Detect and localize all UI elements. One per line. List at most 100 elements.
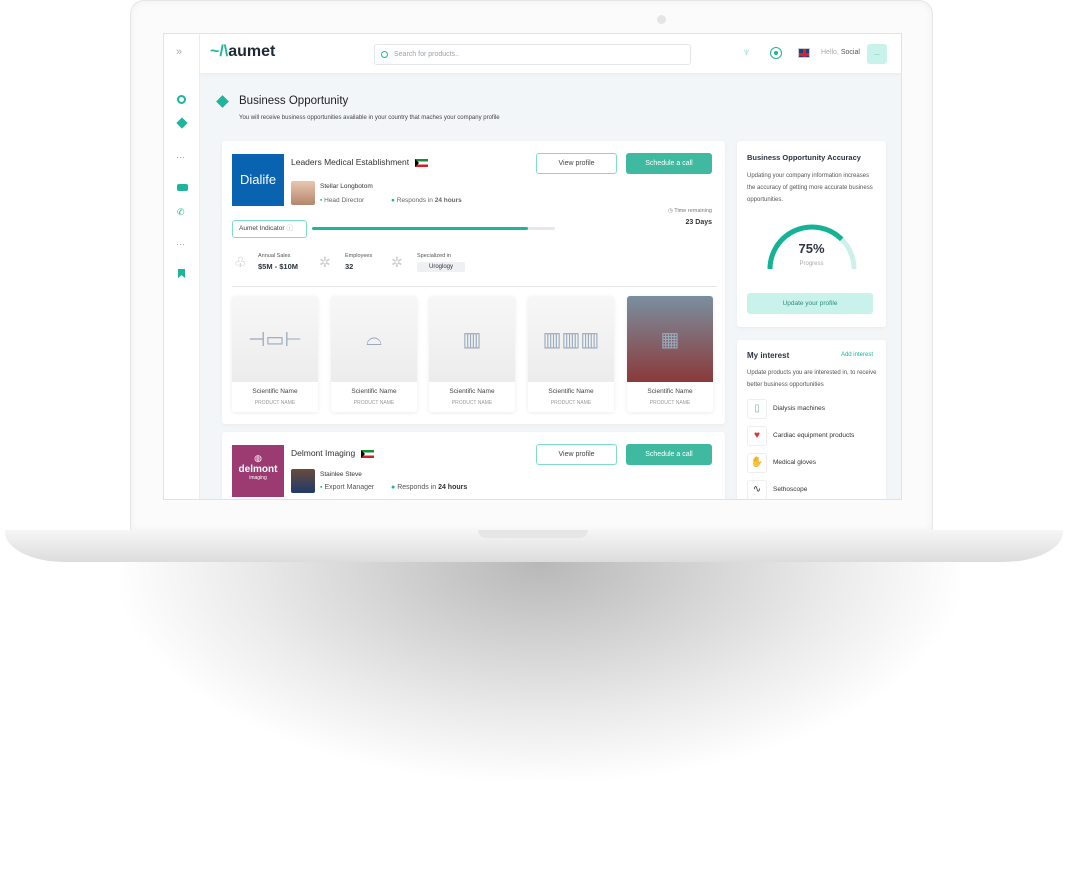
opportunity-card: Dialife Leaders Medical Establishment Vi… bbox=[222, 141, 725, 424]
accuracy-text: Updating your company information increa… bbox=[747, 173, 873, 203]
time-label: Time remaining bbox=[674, 208, 712, 214]
aumet-indicator-badge[interactable]: Aumet Indicator ⓘ bbox=[232, 220, 307, 238]
product-card[interactable]: ▥ Scientific Name PRODUCT NAME bbox=[429, 296, 515, 412]
search-icon bbox=[381, 51, 388, 58]
interest-label: Dialysis machines bbox=[773, 405, 826, 412]
company-logo: Dialife bbox=[232, 154, 284, 206]
more-icon[interactable]: ··· bbox=[176, 152, 185, 162]
role-text: Head Director bbox=[324, 197, 365, 204]
accuracy-title: Business Opportunity Accuracy bbox=[747, 153, 861, 162]
interest-list: ▯ Dialysis machines ♥ Cardiac equipment pr… bbox=[747, 395, 854, 499]
interest-card: My interest Add interest Update products… bbox=[737, 340, 886, 499]
contact-photo bbox=[291, 181, 315, 205]
time-value: 23 Days bbox=[685, 219, 712, 226]
product-scientific-name: Scientific Name bbox=[548, 388, 594, 395]
product-card[interactable]: ▥▥▥ Scientific Name PRODUCT NAME bbox=[528, 296, 614, 412]
search-placeholder: Search for products.. bbox=[394, 51, 459, 58]
product-scientific-name: Scientific Name bbox=[449, 388, 495, 395]
app-screen: » ··· ✆ ··· ~/\aumet Search for products… bbox=[163, 33, 902, 500]
company-name-2[interactable]: Delmont Imaging bbox=[291, 448, 375, 458]
user-avatar[interactable]: ... bbox=[867, 44, 887, 64]
bookmark-nav-icon[interactable] bbox=[178, 269, 185, 278]
specialized-label: Specialized in bbox=[417, 253, 451, 259]
interest-text: Update products you are interested in, t… bbox=[747, 370, 877, 388]
info-icon[interactable]: ⓘ bbox=[286, 225, 293, 232]
expand-icon[interactable]: » bbox=[176, 46, 182, 58]
update-profile-button[interactable]: Update your profile bbox=[747, 293, 873, 314]
gloves-icon: ✋ bbox=[747, 452, 767, 473]
sales-label: Annual Sales bbox=[258, 253, 291, 259]
inbox-nav-icon[interactable] bbox=[177, 184, 188, 191]
schedule-call-button[interactable]: Schedule a call bbox=[626, 153, 712, 174]
clock-icon: ● bbox=[391, 197, 395, 204]
indicator-fill bbox=[312, 227, 529, 230]
kuwait-flag-icon bbox=[415, 158, 429, 167]
indicator-bar bbox=[312, 227, 555, 230]
schedule-call-button-2[interactable]: Schedule a call bbox=[626, 444, 712, 465]
time-remaining: ◷ Time remaining 23 Days bbox=[668, 208, 712, 226]
contact-name-2: Stainlee Steve bbox=[320, 471, 362, 478]
page-title: Business Opportunity bbox=[239, 95, 349, 107]
company-name[interactable]: Leaders Medical Establishment bbox=[291, 157, 429, 167]
target-icon[interactable] bbox=[770, 47, 782, 59]
opportunity-nav-icon[interactable] bbox=[176, 117, 188, 129]
divider bbox=[232, 286, 717, 287]
lotus-icon[interactable]: ♆ bbox=[742, 45, 751, 59]
specialized-in: Specialized in Uroglogy bbox=[417, 253, 466, 272]
sidebar: » ··· ✆ ··· bbox=[164, 34, 200, 499]
product-card[interactable]: ⊣▭⊢ Scientific Name PRODUCT NAME bbox=[232, 296, 318, 412]
employees-icon: ✲ bbox=[319, 254, 331, 270]
interest-label: Cardiac equipment products bbox=[773, 432, 855, 439]
interest-item[interactable]: ✋ Medical gloves bbox=[747, 449, 854, 476]
interest-item[interactable]: ▯ Dialysis machines bbox=[747, 395, 854, 422]
clock-icon: ● bbox=[391, 484, 396, 491]
company-name-text-2: Delmont Imaging bbox=[291, 448, 356, 458]
laptop-shadow bbox=[120, 540, 960, 780]
laptop-notch bbox=[478, 530, 588, 538]
contact-role-2: ▪ Export Manager bbox=[320, 484, 374, 491]
add-interest-link[interactable]: Add interest bbox=[841, 352, 873, 358]
search-nav-icon[interactable] bbox=[177, 95, 186, 104]
more-icon-2[interactable]: ··· bbox=[176, 239, 185, 249]
logo-text: aumet bbox=[228, 43, 276, 60]
contact-name: Stellar Longbotom bbox=[320, 183, 373, 190]
interest-item[interactable]: ♥ Cardiac equipment products bbox=[747, 422, 854, 449]
business-opportunity-icon bbox=[216, 95, 229, 108]
employees-value: 32 bbox=[345, 262, 354, 271]
logo-text-2: delmont bbox=[238, 464, 278, 475]
company-name-text: Leaders Medical Establishment bbox=[291, 157, 410, 167]
company-logo-2: ◍ delmont imaging bbox=[232, 445, 284, 497]
interest-label: Medical gloves bbox=[773, 459, 816, 466]
search-input[interactable]: Search for products.. bbox=[374, 44, 691, 65]
dialysis-machine-icon: ▯ bbox=[747, 398, 767, 419]
specialty-tag: Uroglogy bbox=[417, 262, 466, 272]
greeting-label: Hello, bbox=[821, 49, 839, 56]
top-header: ~/\aumet Search for products.. ♆ Hello, … bbox=[200, 34, 901, 73]
role-text-2: Export Manager bbox=[324, 484, 375, 491]
logo[interactable]: ~/\aumet bbox=[210, 43, 275, 61]
delmont-logo-mark: ◍ bbox=[254, 453, 262, 463]
uk-flag-icon[interactable] bbox=[798, 48, 810, 58]
product-name: PRODUCT NAME bbox=[254, 400, 296, 406]
page-subtitle: You will receive business opportunities … bbox=[239, 115, 500, 121]
interest-item[interactable]: ∿ Sethoscope bbox=[747, 476, 854, 499]
stethoscope-icon: ∿ bbox=[747, 479, 767, 499]
product-scientific-name: Scientific Name bbox=[351, 388, 397, 395]
time-icon: ◷ bbox=[668, 208, 673, 214]
view-profile-button[interactable]: View profile bbox=[536, 153, 617, 174]
responds-value-2: 24 hours bbox=[438, 484, 468, 491]
opportunity-card-2: ◍ delmont imaging Delmont Imaging View pro… bbox=[222, 432, 725, 499]
product-card[interactable]: ⌓ Scientific Name PRODUCT NAME bbox=[331, 296, 417, 412]
product-scientific-name: Scientific Name bbox=[252, 388, 298, 395]
product-image: ▥▥▥ bbox=[528, 296, 614, 382]
product-image: ⊣▭⊢ bbox=[232, 296, 318, 382]
product-image: ▦ bbox=[627, 296, 713, 382]
product-card[interactable]: ▦ Scientific Name PRODUCT NAME bbox=[627, 296, 713, 412]
product-scientific-name: Scientific Name bbox=[647, 388, 693, 395]
kuwait-flag-icon bbox=[361, 449, 375, 458]
view-profile-button-2[interactable]: View profile bbox=[536, 444, 617, 465]
responds-prefix-2: Responds in bbox=[397, 484, 437, 491]
heart-icon: ♥ bbox=[747, 425, 767, 446]
phone-nav-icon[interactable]: ✆ bbox=[177, 207, 185, 218]
product-name: PRODUCT NAME bbox=[649, 400, 691, 406]
